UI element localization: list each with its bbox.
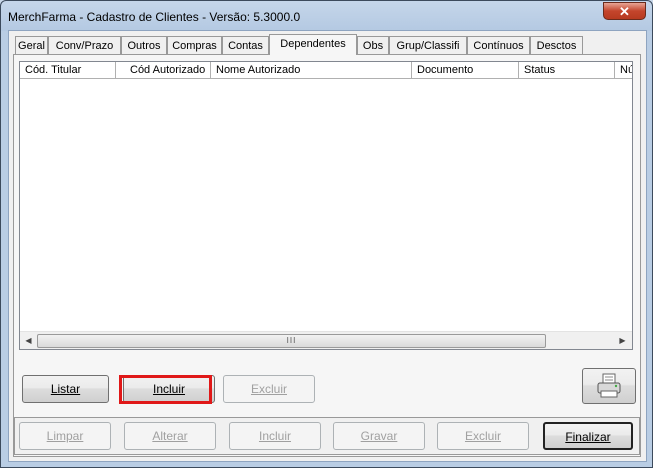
scroll-right-icon[interactable]: ▶	[614, 332, 631, 349]
tab-desctos[interactable]: Desctos	[530, 36, 583, 54]
footer-toolbar: Limpar Alterar Incluir Gravar Excluir Fi…	[14, 417, 640, 455]
column-header-documento[interactable]: Documento	[412, 62, 519, 79]
grip-icon: III	[286, 336, 297, 345]
scroll-thumb[interactable]: III	[37, 334, 546, 348]
horizontal-scrollbar[interactable]: ◀ III ▶	[20, 331, 632, 349]
tab-contas[interactable]: Contas	[222, 36, 269, 54]
footer-excluir-button[interactable]: Excluir	[437, 422, 529, 450]
limpar-button[interactable]: Limpar	[19, 422, 111, 450]
column-header-nome-autorizado[interactable]: Nome Autorizado	[211, 62, 412, 79]
footer-incluir-button[interactable]: Incluir	[229, 422, 321, 450]
title-bar[interactable]: MerchFarma - Cadastro de Clientes - Vers…	[1, 1, 652, 31]
tab-dependentes[interactable]: Dependentes	[269, 34, 357, 55]
finalizar-button[interactable]: Finalizar	[543, 422, 633, 450]
close-button[interactable]: ✕	[603, 2, 646, 20]
dependents-grid[interactable]: Cód. Titular Cód Autorizado Nome Autoriz…	[19, 61, 633, 350]
tab-strip: Geral Conv/Prazo Outros Compras Contas D…	[15, 34, 635, 56]
column-header-status[interactable]: Status	[519, 62, 615, 79]
window-content: Geral Conv/Prazo Outros Compras Contas D…	[8, 30, 647, 462]
grid-header: Cód. Titular Cód Autorizado Nome Autoriz…	[20, 62, 632, 79]
column-header-cod-autorizado[interactable]: Cód Autorizado	[116, 62, 211, 79]
tab-outros[interactable]: Outros	[121, 36, 167, 54]
tab-grup-classifi[interactable]: Grup/Classifi	[389, 36, 467, 54]
tab-compras[interactable]: Compras	[167, 36, 222, 54]
tab-obs[interactable]: Obs	[357, 36, 389, 54]
tab-conv-prazo[interactable]: Conv/Prazo	[48, 36, 121, 54]
printer-icon	[597, 373, 621, 398]
tab-geral[interactable]: Geral	[15, 36, 48, 54]
dependentes-panel: Cód. Titular Cód Autorizado Nome Autoriz…	[13, 54, 641, 457]
print-button[interactable]	[582, 368, 636, 404]
tab-continuos[interactable]: Contínuos	[467, 36, 530, 54]
gravar-button[interactable]: Gravar	[333, 422, 425, 450]
column-header-cod-titular[interactable]: Cód. Titular	[20, 62, 116, 79]
excluir-button[interactable]: Excluir	[223, 375, 315, 403]
incluir-button[interactable]: Incluir	[123, 375, 215, 403]
app-window: MerchFarma - Cadastro de Clientes - Vers…	[0, 0, 653, 468]
window-title: MerchFarma - Cadastro de Clientes - Vers…	[8, 10, 301, 24]
listar-button[interactable]: Listar	[22, 375, 109, 403]
scroll-left-icon[interactable]: ◀	[20, 332, 37, 349]
close-icon: ✕	[619, 4, 630, 19]
alterar-button[interactable]: Alterar	[124, 422, 216, 450]
column-header-numero[interactable]: Nú	[615, 62, 632, 79]
